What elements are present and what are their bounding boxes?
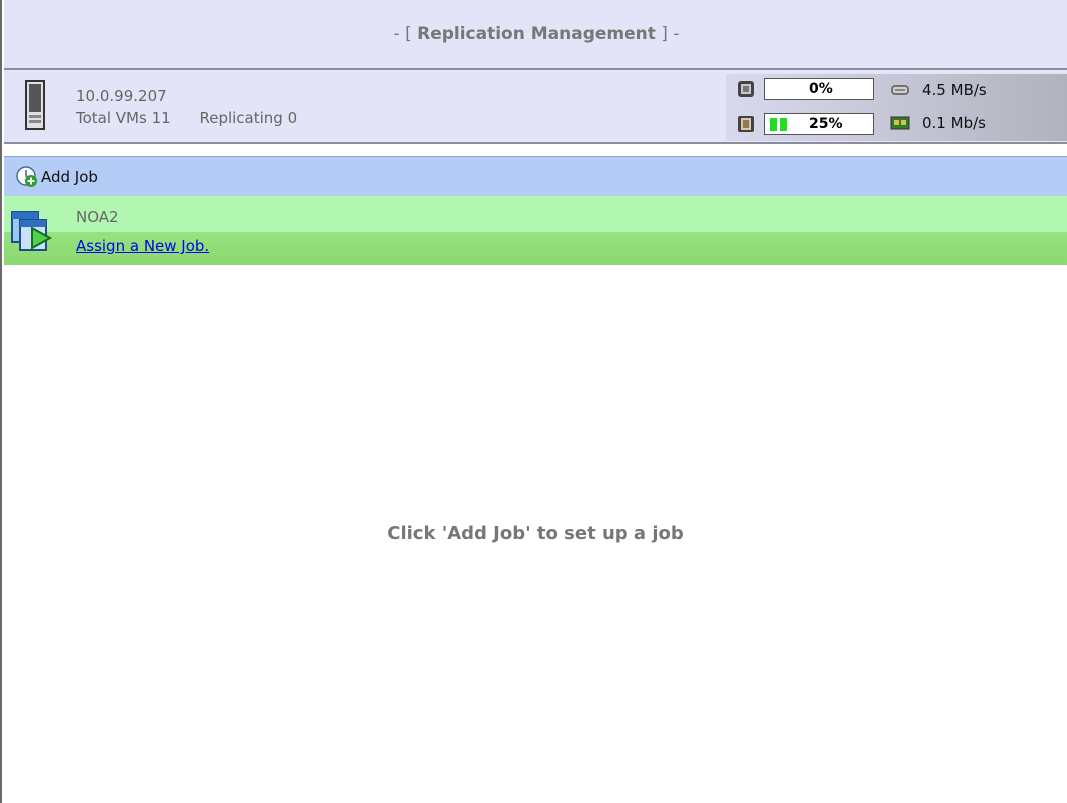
server-info-bar: 10.0.99.207 Total VMs 11 Replicating 0 0… xyxy=(4,70,1067,144)
job-name: NOA2 xyxy=(76,208,119,226)
job-list-item[interactable]: NOA2 Assign a New Job. xyxy=(4,196,1067,265)
add-job-label: Add Job xyxy=(41,168,98,186)
add-job-button[interactable]: Add Job xyxy=(16,165,98,189)
replication-window: - [ Replication Management ] - 10.0.99.2… xyxy=(0,0,1067,803)
assign-new-job-link[interactable]: Assign a New Job. xyxy=(76,237,209,255)
cpu-usage-value: 0% xyxy=(809,81,833,97)
total-vms-count: Total VMs 11 xyxy=(76,109,171,127)
memory-bar-segment xyxy=(780,118,787,131)
cpu-chip-icon xyxy=(738,81,754,97)
memory-chip-icon xyxy=(738,116,754,132)
title-suffix: ] - xyxy=(661,24,680,44)
network-rate: 0.1 Mb/s xyxy=(922,114,986,132)
title-text: Replication Management xyxy=(417,24,656,44)
page-title: - [ Replication Management ] - xyxy=(394,24,680,44)
replication-job-icon xyxy=(11,211,53,251)
toolbar: Add Job xyxy=(4,156,1067,196)
memory-usage-gauge: 25% xyxy=(764,113,874,135)
network-card-icon xyxy=(890,116,910,130)
add-job-icon xyxy=(16,166,37,187)
memory-usage-bar xyxy=(770,118,787,131)
memory-bar-segment xyxy=(770,118,777,131)
title-bar: - [ Replication Management ] - xyxy=(4,0,1067,70)
replicating-count: Replicating 0 xyxy=(199,109,298,127)
server-ip: 10.0.99.207 xyxy=(76,87,167,105)
server-vm-stats: Total VMs 11 Replicating 0 xyxy=(76,109,321,127)
resource-stats-panel: 0% 25% 4.5 MB/s 0.1 Mb/s xyxy=(726,74,1067,141)
cpu-usage-gauge: 0% xyxy=(764,78,874,100)
memory-usage-value: 25% xyxy=(809,116,843,132)
disk-drive-icon xyxy=(891,85,909,95)
title-prefix: - [ xyxy=(393,24,412,44)
disk-rate: 4.5 MB/s xyxy=(922,81,987,99)
empty-state-message: Click 'Add Job' to set up a job xyxy=(387,523,684,544)
server-icon xyxy=(25,80,45,130)
